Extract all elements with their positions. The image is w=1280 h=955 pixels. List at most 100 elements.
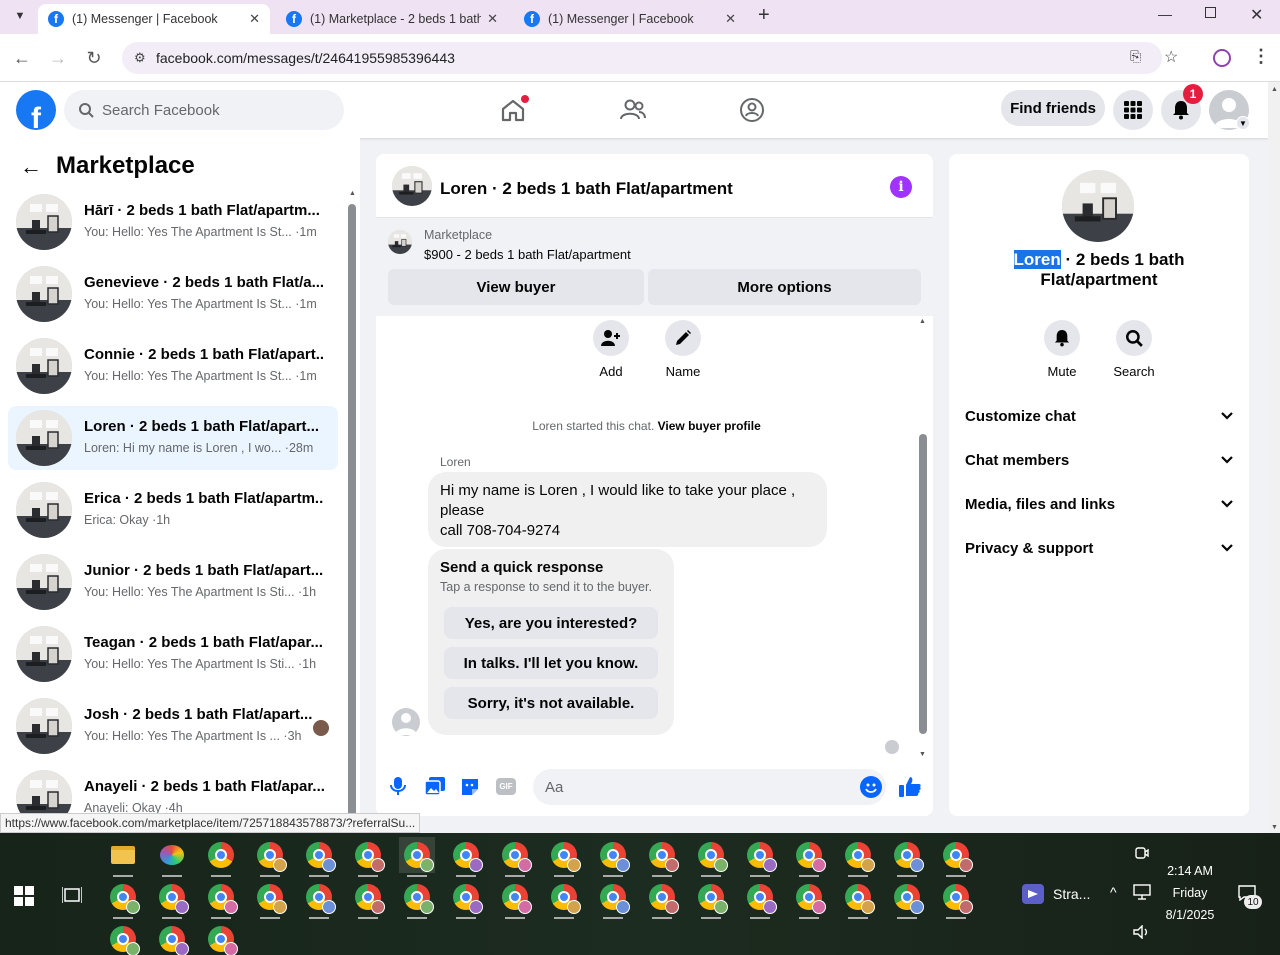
chrome-profile-icon[interactable]	[399, 837, 435, 877]
quick-response-yes[interactable]: Yes, are you interested?	[444, 607, 658, 639]
chat-list-item[interactable]: Genevieve · 2 beds 1 bath Flat/a... You: …	[8, 262, 338, 326]
chrome-profile-icon[interactable]	[203, 921, 239, 955]
message-bubble[interactable]: Hi my name is Loren , I would like to ta…	[428, 472, 827, 547]
task-view-icon[interactable]	[61, 886, 83, 907]
chat-list-item[interactable]: Connie · 2 beds 1 bath Flat/apart... You:…	[8, 334, 338, 398]
forward-button[interactable]: →	[47, 47, 69, 69]
chrome-profile-icon[interactable]	[742, 837, 778, 877]
media-app-label[interactable]: Stra...	[1053, 886, 1090, 902]
chrome-profile-icon[interactable]	[350, 879, 386, 919]
chat-list-item[interactable]: Anayeli · 2 beds 1 bath Flat/apar... Anay…	[8, 766, 338, 813]
gif-icon[interactable]: GIF	[496, 778, 516, 795]
clock-day[interactable]: Friday	[1160, 886, 1220, 900]
clock-time[interactable]: 2:14 AM	[1160, 864, 1220, 878]
paint-app-icon[interactable]	[154, 837, 190, 877]
chat-list-item[interactable]: Josh · 2 beds 1 bath Flat/apart... You: H…	[8, 694, 338, 758]
chrome-profile-icon[interactable]	[595, 837, 631, 877]
windows-start-icon[interactable]	[14, 886, 34, 909]
chrome-profile-icon[interactable]	[840, 879, 876, 919]
chrome-profile-icon[interactable]	[399, 879, 435, 919]
chrome-profile-icon[interactable]	[301, 837, 337, 877]
emoji-icon[interactable]	[860, 776, 882, 798]
chat-list-item[interactable]: Erica · 2 beds 1 bath Flat/apartm... Eric…	[8, 478, 338, 542]
chat-list-item[interactable]: Teagan · 2 beds 1 bath Flat/apar... You: …	[8, 622, 338, 686]
details-section[interactable]: Media, files and links	[965, 482, 1233, 526]
restore-button[interactable]	[1205, 7, 1216, 18]
quick-response-not-available[interactable]: Sorry, it's not available.	[444, 687, 658, 719]
microphone-icon[interactable]	[390, 776, 406, 799]
media-app-icon[interactable]	[1022, 884, 1044, 904]
chrome-profile-icon[interactable]	[546, 879, 582, 919]
view-buyer-profile-link[interactable]: View buyer profile	[658, 419, 761, 433]
file-explorer-icon[interactable]	[105, 837, 141, 877]
add-people-button[interactable]: Add	[581, 320, 641, 379]
tab-close-icon[interactable]: ✕	[487, 11, 498, 27]
install-app-icon[interactable]: ⎘	[1130, 48, 1141, 65]
search-conversation-button[interactable]: Search	[1104, 320, 1164, 379]
friends-nav-icon[interactable]	[613, 90, 653, 130]
show-hidden-icons-chevron[interactable]: ^	[1110, 884, 1117, 900]
chrome-profile-icon[interactable]	[938, 837, 974, 877]
conversation-title[interactable]: Loren · 2 beds 1 bath Flat/apartment	[440, 179, 733, 199]
bookmark-star-icon[interactable]: ☆	[1164, 47, 1178, 67]
close-window-button[interactable]: ✕	[1250, 5, 1263, 25]
info-icon[interactable]: i	[890, 176, 912, 198]
browser-menu-icon[interactable]: ⋮	[1252, 46, 1270, 67]
tab-close-icon[interactable]: ✕	[725, 11, 736, 27]
tab-messenger-1[interactable]: f (1) Messenger | Facebook ✕	[38, 4, 270, 34]
chrome-profile-icon[interactable]	[693, 837, 729, 877]
groups-nav-icon[interactable]	[732, 90, 772, 130]
find-friends-button[interactable]: Find friends	[1001, 90, 1105, 126]
chat-list-scrollbar[interactable]: ▲	[347, 190, 357, 813]
chrome-profile-icon[interactable]	[889, 879, 925, 919]
name-chat-button[interactable]: Name	[653, 320, 713, 379]
chrome-profile-icon[interactable]	[791, 879, 827, 919]
menu-grid-button[interactable]	[1113, 90, 1153, 130]
listing-thumbnail[interactable]	[392, 166, 432, 206]
chrome-profile-icon[interactable]	[301, 879, 337, 919]
listing-avatar[interactable]	[1062, 170, 1134, 242]
volume-icon[interactable]	[1133, 924, 1151, 942]
chrome-profile-icon[interactable]	[889, 837, 925, 877]
photo-icon[interactable]	[424, 777, 445, 798]
chat-list-item[interactable]: Hārī · 2 beds 1 bath Flat/apartm... You: …	[8, 190, 338, 254]
view-buyer-button[interactable]: View buyer	[388, 269, 644, 305]
meet-now-icon[interactable]	[1135, 846, 1149, 863]
chrome-profile-icon[interactable]	[105, 921, 141, 955]
chrome-profile-icon[interactable]	[497, 879, 533, 919]
sticker-icon[interactable]	[460, 777, 480, 800]
new-tab-button[interactable]: +	[758, 4, 770, 27]
chrome-profile-icon[interactable]	[791, 837, 827, 877]
tab-marketplace[interactable]: f (1) Marketplace - 2 beds 1 bath ✕	[276, 4, 508, 34]
chrome-profile-icon[interactable]	[252, 837, 288, 877]
chrome-profile-icon[interactable]	[350, 837, 386, 877]
chat-list-item[interactable]: Junior · 2 beds 1 bath Flat/apart... You:…	[8, 550, 338, 614]
search-facebook-input[interactable]: Search Facebook	[64, 90, 344, 130]
chrome-profile-icon[interactable]	[154, 879, 190, 919]
reload-button[interactable]: ↻	[83, 47, 105, 69]
network-icon[interactable]	[1133, 884, 1151, 903]
tab-close-icon[interactable]: ✕	[249, 11, 260, 27]
chrome-profile-icon[interactable]	[742, 879, 778, 919]
chrome-profile-icon[interactable]	[644, 837, 680, 877]
details-section[interactable]: Privacy & support	[965, 526, 1233, 570]
like-thumb-icon[interactable]	[898, 776, 922, 801]
chrome-profile-icon[interactable]	[448, 837, 484, 877]
chat-list-item[interactable]: Loren · 2 beds 1 bath Flat/apart... Loren…	[8, 406, 338, 470]
tab-messenger-2[interactable]: f (1) Messenger | Facebook ✕	[514, 4, 746, 34]
chrome-profile-icon[interactable]	[840, 837, 876, 877]
chrome-profile-icon[interactable]	[693, 879, 729, 919]
chrome-profile-icon[interactable]	[595, 879, 631, 919]
listing-text[interactable]: $900 - 2 beds 1 bath Flat/apartment	[424, 247, 631, 262]
url-bar[interactable]: ⚙ facebook.com/messages/t/24641955985396…	[122, 42, 1178, 74]
quick-response-in-talks[interactable]: In talks. I'll let you know.	[444, 647, 658, 679]
back-arrow-icon[interactable]: ←	[20, 154, 42, 180]
chrome-profile-icon[interactable]	[154, 921, 190, 955]
chrome-profile-icon[interactable]	[497, 837, 533, 877]
home-nav-icon[interactable]	[493, 90, 533, 130]
chrome-profile-icon[interactable]	[252, 879, 288, 919]
clock-date[interactable]: 8/1/2025	[1160, 908, 1220, 922]
chrome-profile-icon[interactable]	[938, 879, 974, 919]
chrome-profile-icon[interactable]	[448, 879, 484, 919]
message-input[interactable]: Aa	[533, 769, 886, 805]
